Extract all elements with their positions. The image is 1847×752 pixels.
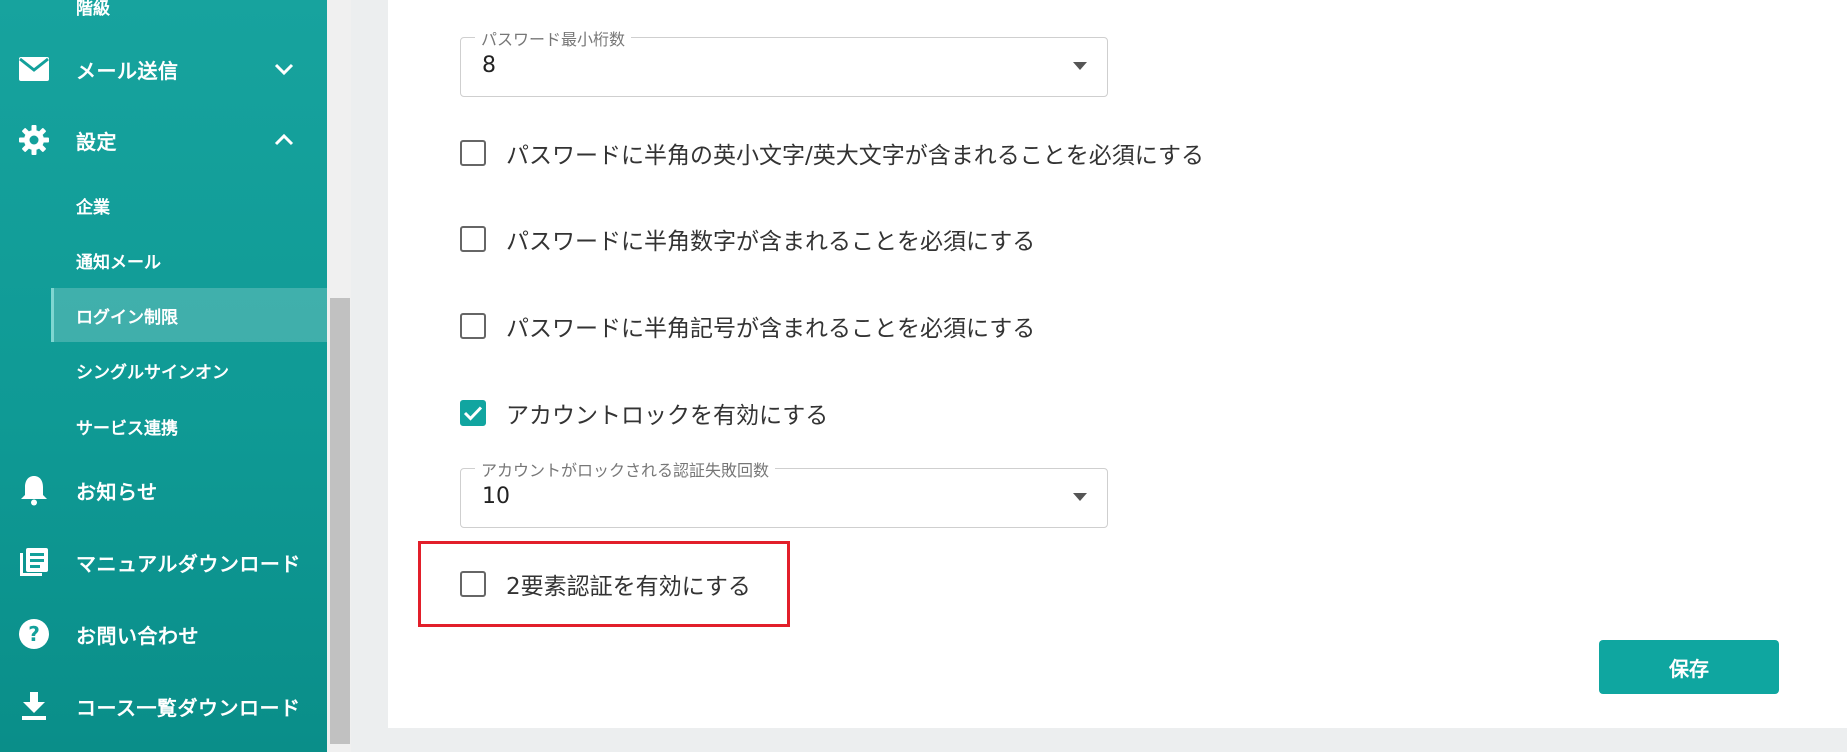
account-lock-checkbox[interactable]	[460, 400, 486, 426]
sidebar-item-label: お知らせ	[76, 479, 158, 504]
require-symbol-checkbox[interactable]	[460, 313, 486, 339]
sidebar-item-notices[interactable]: お知らせ	[0, 460, 327, 520]
gear-icon	[18, 124, 50, 156]
require-case-checkbox[interactable]	[460, 140, 486, 166]
dropdown-arrow-icon	[1073, 62, 1087, 70]
sidebar-item-manual-download[interactable]: マニュアルダウンロード	[0, 532, 327, 592]
sidebar-item-contact[interactable]: ? お問い合わせ	[0, 604, 327, 664]
password-min-length-select[interactable]: パスワード最小桁数 8	[460, 26, 1108, 97]
account-lock-row[interactable]: アカウントロックを有効にする	[460, 397, 828, 429]
sidebar-item-settings[interactable]: 設定	[0, 110, 327, 170]
account-lock-label: アカウントロックを有効にする	[506, 403, 829, 429]
lock-attempts-label: アカウントがロックされる認証失敗回数	[475, 457, 776, 481]
two-factor-row[interactable]: 2要素認証を有効にする	[460, 568, 751, 600]
lock-attempts-select[interactable]: アカウントがロックされる認証失敗回数 10	[460, 457, 1108, 528]
sidebar-item-course-download[interactable]: コース一覧ダウンロード	[0, 676, 327, 736]
chevron-down-icon[interactable]	[272, 57, 296, 81]
sidebar-item-label: マニュアルダウンロード	[76, 551, 301, 576]
sidebar-subitem-sso[interactable]: シングルサインオン	[0, 343, 327, 397]
sidebar-subitem-notification-mail[interactable]: 通知メール	[0, 233, 327, 287]
sidebar-item-label: お問い合わせ	[76, 623, 199, 648]
svg-text:?: ?	[28, 622, 40, 646]
chevron-up-icon[interactable]	[272, 128, 296, 152]
checkmark-icon	[463, 406, 483, 421]
require-case-row[interactable]: パスワードに半角の英小文字/英大文字が含まれることを必須にする	[460, 137, 1204, 169]
app-root: 階級 メール送信 設定 企業 通知メール ログイン制限 シングルサインオン サー…	[0, 0, 1847, 752]
sidebar-scrollbar-thumb[interactable]	[330, 298, 350, 744]
sidebar-subitem-label: ログイン制限	[76, 307, 178, 328]
two-factor-label: 2要素認証を有効にする	[506, 574, 751, 600]
require-case-label: パスワードに半角の英小文字/英大文字が含まれることを必須にする	[506, 143, 1204, 169]
password-min-length-value: 8	[482, 53, 496, 78]
sidebar-item-label: コース一覧ダウンロード	[76, 695, 301, 720]
sidebar-item-clipped[interactable]: 階級	[76, 0, 110, 19]
require-digit-label: パスワードに半角数字が含まれることを必須にする	[506, 229, 1036, 255]
sidebar-item-mail[interactable]: メール送信	[0, 39, 327, 99]
sidebar-subitem-label: サービス連携	[76, 418, 178, 439]
bell-icon	[18, 474, 50, 506]
sidebar-subitem-label: 企業	[76, 197, 110, 218]
dropdown-arrow-icon	[1073, 493, 1087, 501]
password-min-length-label: パスワード最小桁数	[475, 26, 632, 50]
lock-attempts-value: 10	[482, 484, 510, 509]
sidebar-subitem-login-restriction[interactable]: ログイン制限	[51, 288, 327, 342]
download-icon	[18, 690, 50, 722]
sidebar-subitem-label: シングルサインオン	[76, 362, 229, 383]
require-digit-row[interactable]: パスワードに半角数字が含まれることを必須にする	[460, 223, 1035, 255]
sidebar-item-label: メール送信	[76, 58, 179, 83]
manual-icon	[18, 546, 50, 578]
help-icon: ?	[18, 618, 50, 650]
sidebar-subitem-service-integration[interactable]: サービス連携	[0, 399, 327, 453]
save-button[interactable]: 保存	[1599, 640, 1779, 694]
require-digit-checkbox[interactable]	[460, 226, 486, 252]
require-symbol-label: パスワードに半角記号が含まれることを必須にする	[506, 316, 1036, 342]
two-factor-checkbox[interactable]	[460, 571, 486, 597]
sidebar-subitem-company[interactable]: 企業	[0, 178, 327, 232]
sidebar-subitem-label: 通知メール	[76, 252, 161, 273]
require-symbol-row[interactable]: パスワードに半角記号が含まれることを必須にする	[460, 310, 1035, 342]
sidebar: 階級 メール送信 設定 企業 通知メール ログイン制限 シングルサインオン サー…	[0, 0, 327, 752]
mail-icon	[18, 53, 50, 85]
sidebar-item-label: 設定	[76, 129, 117, 154]
